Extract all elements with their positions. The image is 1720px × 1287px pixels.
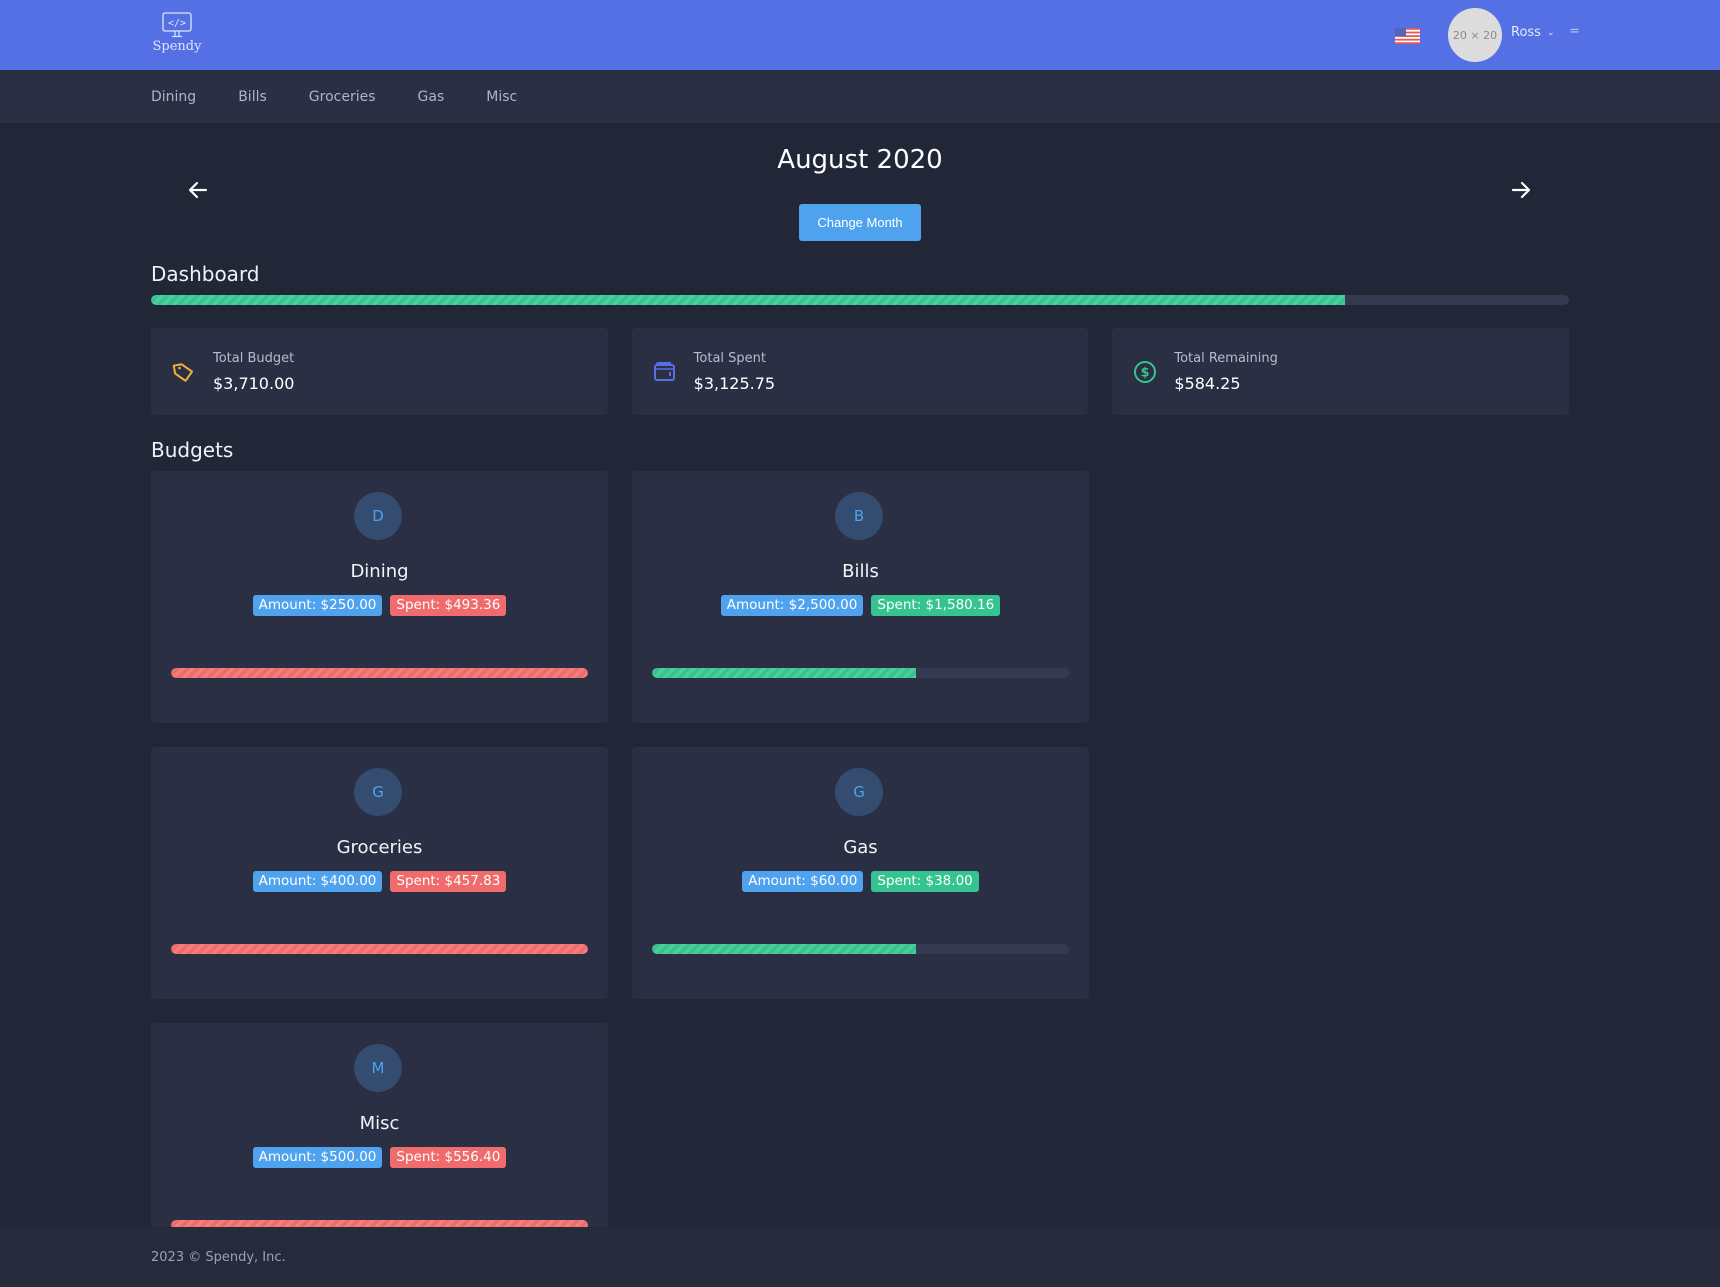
budget-badges: Amount: $400.00 Spent: $457.83	[151, 871, 608, 892]
stat-card-total-remaining: $ Total Remaining $584.25	[1112, 328, 1570, 415]
user-menu[interactable]: Ross ⌄	[1511, 25, 1555, 40]
category-nav: Dining Bills Groceries Gas Misc	[0, 70, 1720, 123]
budget-initial-avatar: M	[354, 1044, 402, 1092]
budget-name: Misc	[359, 1113, 400, 1134]
budget-name: Gas	[843, 837, 878, 858]
stat-label: Total Budget	[213, 350, 295, 366]
budget-badges: Amount: $500.00 Spent: $556.40	[151, 1147, 608, 1168]
dashboard-section: Dashboard Total Budget $3,710.00 Total S…	[151, 262, 1570, 415]
wallet-icon	[652, 359, 678, 385]
menu-toggle-icon[interactable]: =	[1569, 24, 1580, 39]
dashboard-progress	[151, 295, 1569, 305]
amount-badge: Amount: $500.00	[252, 1147, 383, 1168]
spent-badge: Spent: $493.36	[390, 595, 507, 616]
arrow-left-icon	[188, 181, 208, 199]
us-flag-icon[interactable]	[1395, 28, 1420, 44]
nav-item-misc[interactable]: Misc	[486, 89, 517, 105]
amount-badge: Amount: $2,500.00	[720, 595, 864, 616]
app-logo[interactable]: </> Spendy	[151, 12, 203, 54]
budget-progress-fill	[171, 668, 588, 678]
nav-item-dining[interactable]: Dining	[151, 89, 196, 105]
spent-badge: Spent: $38.00	[871, 871, 979, 892]
svg-text:</>: </>	[168, 18, 186, 29]
next-month-button[interactable]	[1506, 175, 1536, 205]
budget-name: Groceries	[336, 837, 423, 858]
previous-month-button[interactable]	[183, 175, 213, 205]
top-header: </> Spendy 20 × 20 Ross ⌄ =	[0, 0, 1720, 70]
nav-item-groceries[interactable]: Groceries	[309, 89, 376, 105]
nav-item-bills[interactable]: Bills	[238, 89, 267, 105]
budget-card-gas[interactable]: G Gas Amount: $60.00 Spent: $38.00	[632, 747, 1089, 999]
change-month-button[interactable]: Change Month	[799, 204, 921, 241]
tag-icon	[171, 359, 197, 385]
dashboard-title: Dashboard	[151, 262, 260, 286]
amount-badge: Amount: $400.00	[252, 871, 383, 892]
stat-value: $3,125.75	[693, 373, 776, 393]
budget-card-dining[interactable]: D Dining Amount: $250.00 Spent: $493.36	[151, 471, 608, 723]
budget-grid: D Dining Amount: $250.00 Spent: $493.36 …	[151, 471, 1569, 1275]
budget-progress-fill	[652, 668, 916, 678]
user-avatar[interactable]: 20 × 20	[1448, 8, 1502, 62]
budget-badges: Amount: $2,500.00 Spent: $1,580.16	[632, 595, 1089, 616]
stat-label: Total Remaining	[1174, 350, 1278, 366]
monitor-code-icon: </>	[162, 12, 192, 38]
budget-name: Bills	[842, 561, 879, 582]
budget-progress-fill	[652, 944, 916, 954]
budget-name: Dining	[350, 561, 409, 582]
budget-initial-avatar: B	[835, 492, 883, 540]
budget-card-groceries[interactable]: G Groceries Amount: $400.00 Spent: $457.…	[151, 747, 608, 999]
dollar-circle-icon: $	[1132, 359, 1158, 385]
stat-card-total-spent: Total Spent $3,125.75	[631, 328, 1089, 415]
stat-card-total-budget: Total Budget $3,710.00	[151, 328, 608, 415]
budget-progress	[652, 668, 1069, 678]
stat-value: $3,710.00	[213, 373, 295, 393]
amount-badge: Amount: $60.00	[742, 871, 864, 892]
budgets-section: Budgets D Dining Amount: $250.00 Spent: …	[151, 438, 1569, 1275]
budgets-title: Budgets	[151, 438, 234, 462]
stat-label: Total Spent	[693, 350, 767, 366]
budget-progress	[171, 944, 588, 954]
stat-value: $584.25	[1174, 373, 1241, 393]
spent-badge: Spent: $1,580.16	[871, 595, 1001, 616]
month-title: August 2020	[777, 145, 943, 175]
stats-row: Total Budget $3,710.00 Total Spent $3,12…	[151, 328, 1570, 415]
nav-item-gas[interactable]: Gas	[418, 89, 445, 105]
spent-badge: Spent: $556.40	[390, 1147, 507, 1168]
budget-progress-fill	[171, 944, 588, 954]
budget-initial-avatar: G	[354, 768, 402, 816]
budget-initial-avatar: G	[835, 768, 883, 816]
budget-badges: Amount: $60.00 Spent: $38.00	[632, 871, 1089, 892]
budget-progress	[652, 944, 1069, 954]
budget-progress	[171, 668, 588, 678]
chevron-down-icon: ⌄	[1546, 27, 1555, 38]
budget-initial-avatar: D	[354, 492, 402, 540]
amount-badge: Amount: $250.00	[252, 595, 383, 616]
app-name: Spendy	[152, 39, 202, 54]
budget-card-bills[interactable]: B Bills Amount: $2,500.00 Spent: $1,580.…	[632, 471, 1089, 723]
user-name: Ross	[1511, 25, 1541, 40]
dashboard-progress-fill	[151, 295, 1345, 305]
footer: 2023 © Spendy, Inc.	[0, 1227, 1720, 1287]
arrow-right-icon	[1511, 181, 1531, 199]
copyright-text: 2023 © Spendy, Inc.	[151, 1249, 286, 1265]
month-header: August 2020 Change Month	[0, 123, 1720, 243]
svg-text:$: $	[1141, 365, 1150, 380]
spent-badge: Spent: $457.83	[390, 871, 507, 892]
budget-badges: Amount: $250.00 Spent: $493.36	[151, 595, 608, 616]
